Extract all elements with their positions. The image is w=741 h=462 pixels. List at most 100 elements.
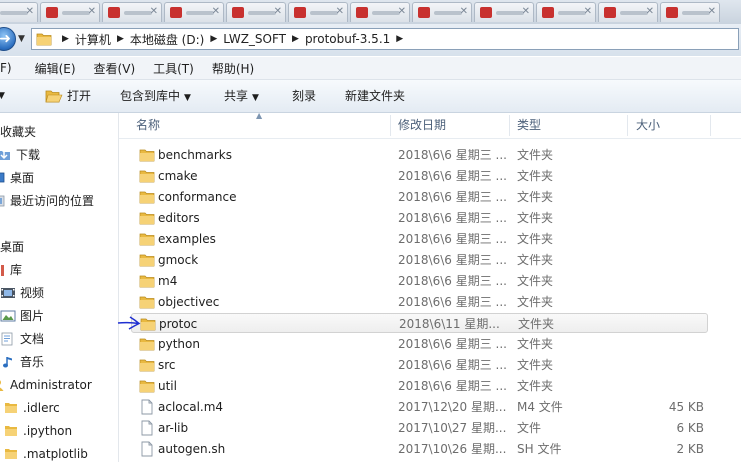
file-name: examples: [158, 232, 216, 246]
tab-title-placeholder: [558, 11, 586, 15]
tab-favicon-icon: [46, 7, 58, 18]
file-row[interactable]: conformance 2018\6\6 星期三 ... 文件夹: [131, 187, 708, 207]
tab[interactable]: ✕: [350, 2, 410, 22]
tab-close-icon[interactable]: ✕: [522, 6, 530, 17]
breadcrumb-local-disk[interactable]: 本地磁盘 (D:): [130, 31, 204, 48]
nav-documents[interactable]: 文档: [0, 329, 44, 349]
file-date: 2018\6\6 星期三 ...: [398, 379, 507, 393]
file-row[interactable]: python 2018\6\6 星期三 ... 文件夹: [131, 334, 708, 354]
column-header-type[interactable]: 类型: [517, 113, 541, 138]
tab[interactable]: ✕: [40, 2, 100, 22]
column-divider[interactable]: [710, 115, 711, 136]
tab[interactable]: ✕: [412, 2, 472, 22]
tab[interactable]: ✕: [102, 2, 162, 22]
breadcrumb-chevron-icon[interactable]: ▶: [62, 34, 69, 44]
organize-dropdown-icon[interactable]: ▼: [0, 80, 5, 112]
tab-close-icon[interactable]: ✕: [26, 6, 34, 17]
tab-close-icon[interactable]: ✕: [398, 6, 406, 17]
file-size: [636, 229, 704, 249]
breadcrumb-chevron-icon[interactable]: ▶: [117, 34, 124, 44]
column-divider[interactable]: [390, 115, 391, 136]
tab[interactable]: ✕: [598, 2, 658, 22]
include-library-button[interactable]: 包含到库中 ▼: [120, 80, 191, 112]
tab-close-icon[interactable]: ✕: [88, 6, 96, 17]
breadcrumb-chevron-icon[interactable]: ▶: [292, 34, 299, 44]
nav-recent[interactable]: 最近访问的位置: [0, 191, 94, 211]
file-icon: [139, 420, 155, 436]
menu-tools[interactable]: 工具(T): [144, 60, 203, 77]
menu-edit[interactable]: 编辑(E): [26, 60, 85, 77]
breadcrumb-lwz-soft[interactable]: LWZ_SOFT: [223, 32, 286, 46]
file-row[interactable]: examples 2018\6\6 星期三 ... 文件夹: [131, 229, 708, 249]
file-row[interactable]: aclocal.m4 2017\12\20 星期... M4 文件 45 KB: [131, 397, 708, 417]
file-size: [636, 271, 704, 291]
file-row[interactable]: src 2018\6\6 星期三 ... 文件夹: [131, 355, 708, 375]
file-row[interactable]: gmock 2018\6\6 星期三 ... 文件夹: [131, 250, 708, 270]
history-dropdown-icon[interactable]: ▼: [18, 34, 25, 44]
file-row[interactable]: benchmarks 2018\6\6 星期三 ... 文件夹: [131, 145, 708, 165]
tab[interactable]: ✕: [474, 2, 534, 22]
breadcrumb-chevron-icon[interactable]: ▶: [210, 34, 217, 44]
menu-view[interactable]: 查看(V): [85, 60, 145, 77]
tab[interactable]: ✕: [164, 2, 224, 22]
file-row[interactable]: objectivec 2018\6\6 星期三 ... 文件夹: [131, 292, 708, 312]
address-bar[interactable]: ▶ 计算机 ▶ 本地磁盘 (D:) ▶ LWZ_SOFT ▶ protobuf-…: [31, 28, 739, 50]
nav-music[interactable]: 音乐: [0, 352, 44, 372]
file-row[interactable]: util 2018\6\6 星期三 ... 文件夹: [131, 376, 708, 396]
file-row[interactable]: m4 2018\6\6 星期三 ... 文件夹: [131, 271, 708, 291]
tab[interactable]: ✕: [536, 2, 596, 22]
burn-button[interactable]: 刻录: [292, 80, 316, 112]
menu-help[interactable]: 帮助(H): [203, 60, 263, 77]
new-folder-button[interactable]: 新建文件夹: [345, 80, 405, 112]
file-row[interactable]: autogen.sh 2017\10\26 星期... SH 文件 2 KB: [131, 439, 708, 459]
column-header-name[interactable]: 名称: [136, 113, 160, 138]
tab[interactable]: ✕: [288, 2, 348, 22]
file-type: 文件夹: [517, 274, 554, 288]
file-name: objectivec: [158, 295, 220, 309]
tab-close-icon[interactable]: ✕: [646, 6, 654, 17]
file-row[interactable]: protoc 2018\6\11 星期... 文件夹: [131, 313, 708, 333]
file-row[interactable]: editors 2018\6\6 星期三 ... 文件夹: [131, 208, 708, 228]
column-header-date[interactable]: 修改日期: [398, 113, 446, 138]
file-row[interactable]: cmake 2018\6\6 星期三 ... 文件夹: [131, 166, 708, 186]
nav-favorites[interactable]: 收藏夹: [0, 122, 36, 142]
nav-idlerc[interactable]: .idlerc: [3, 398, 60, 418]
column-header-size[interactable]: 大小: [636, 113, 660, 138]
tab-close-icon[interactable]: ✕: [150, 6, 158, 17]
file-size: 2 KB: [676, 442, 704, 456]
file-type: M4 文件: [517, 400, 563, 414]
breadcrumb-protobuf[interactable]: protobuf-3.5.1: [305, 32, 390, 46]
nav-matplotlib[interactable]: .matplotlib: [3, 444, 88, 462]
tab-close-icon[interactable]: ✕: [274, 6, 282, 17]
tab-close-icon[interactable]: ✕: [460, 6, 468, 17]
nav-videos[interactable]: 视频: [0, 283, 44, 303]
breadcrumb-computer[interactable]: 计算机: [75, 31, 111, 48]
nav-libraries-label: 库: [10, 263, 23, 277]
tab[interactable]: ✕: [0, 2, 38, 22]
breadcrumb-chevron-icon[interactable]: ▶: [396, 34, 403, 44]
nav-libraries[interactable]: 库: [0, 260, 22, 280]
tab-close-icon[interactable]: ✕: [584, 6, 592, 17]
file-type: 文件夹: [517, 148, 554, 162]
tab-close-icon[interactable]: ✕: [708, 6, 716, 17]
tab[interactable]: ✕: [226, 2, 286, 22]
nav-ipython[interactable]: .ipython: [3, 421, 72, 441]
file-row[interactable]: ar-lib 2017\10\27 星期... 文件 6 KB: [131, 418, 708, 438]
nav-pictures[interactable]: 图片: [0, 306, 44, 326]
back-button[interactable]: ➜: [0, 27, 16, 51]
breadcrumb: ▶ 计算机 ▶ 本地磁盘 (D:) ▶ LWZ_SOFT ▶ protobuf-…: [56, 31, 409, 48]
column-divider[interactable]: [627, 115, 628, 136]
menu-file[interactable]: F): [0, 61, 26, 75]
nav-desktop-fav[interactable]: 桌面: [0, 168, 34, 188]
file-size: [637, 314, 705, 334]
folder-icon: [3, 423, 19, 439]
tab-close-icon[interactable]: ✕: [336, 6, 344, 17]
nav-administrator[interactable]: Administrator: [0, 375, 92, 395]
tab-close-icon[interactable]: ✕: [212, 6, 220, 17]
share-button[interactable]: 共享 ▼: [224, 80, 259, 112]
nav-downloads[interactable]: 下载: [0, 145, 40, 165]
tab[interactable]: ✕: [660, 2, 720, 22]
nav-desktop[interactable]: 桌面: [0, 237, 24, 257]
column-divider[interactable]: [509, 115, 510, 136]
open-button[interactable]: 打开: [45, 80, 91, 112]
